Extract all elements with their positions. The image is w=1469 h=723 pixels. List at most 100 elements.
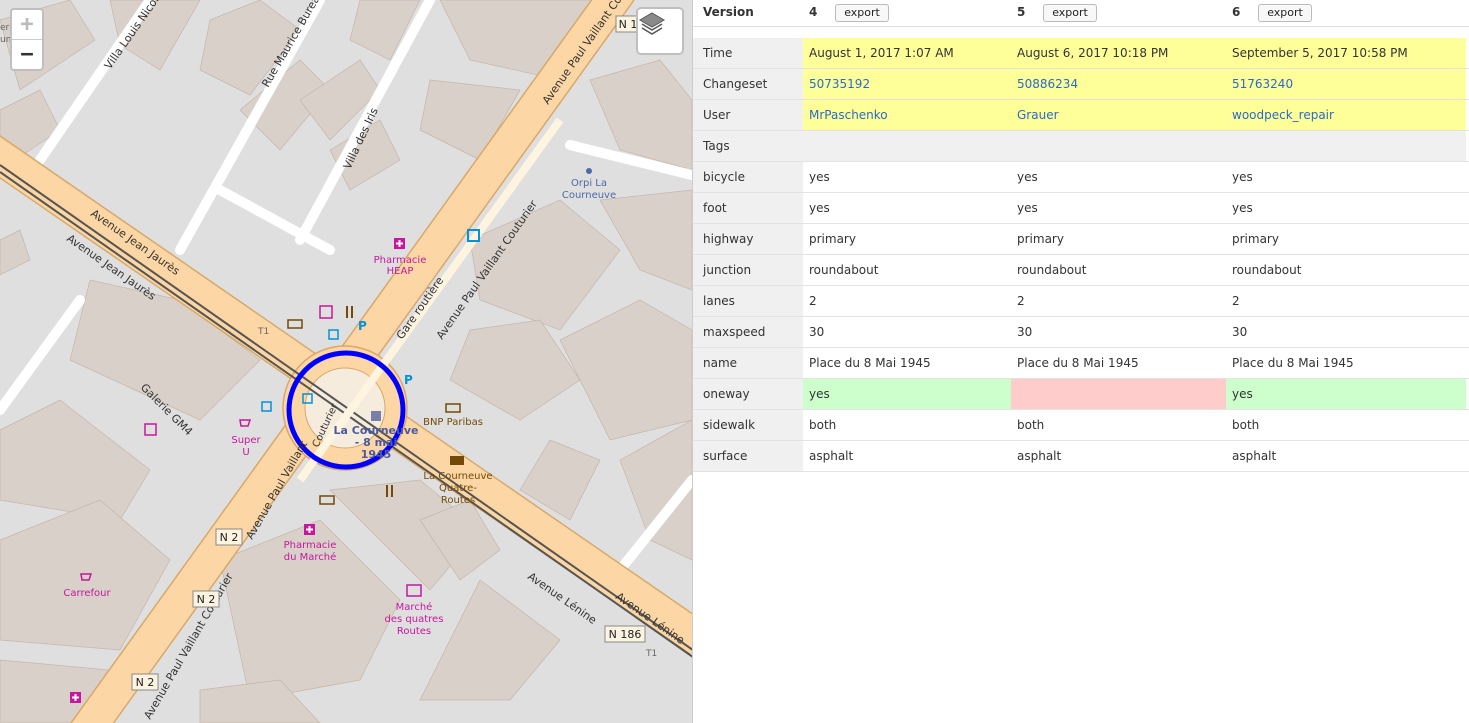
tag-value: 2: [1017, 294, 1025, 308]
time-value: September 5, 2017 10:58 PM: [1226, 38, 1466, 68]
label-super-u: Super: [231, 435, 261, 446]
svg-text:P: P: [404, 373, 413, 387]
label-t1-a: T1: [257, 327, 269, 337]
tag-value: 30: [809, 325, 825, 339]
parking-icon: P: [358, 319, 367, 333]
label-pharmacie-heap-2: HEAP: [387, 266, 414, 277]
user-link[interactable]: woodpeck_repair: [1232, 108, 1334, 122]
row-key: User: [693, 100, 803, 130]
tag-value-added: yes: [1226, 379, 1466, 409]
tag-value: both: [809, 418, 837, 432]
map-view[interactable]: Villa Louis Nicolas Rue Maurice Bureau V…: [0, 0, 692, 723]
tag-row: name Place du 8 Mai 1945 Place du 8 Mai …: [693, 348, 1469, 379]
restaurant-icon: [346, 306, 353, 318]
supermarket-icon: [239, 419, 252, 427]
tag-key: highway: [693, 224, 803, 254]
parking-icon: P: [404, 373, 413, 387]
tag-key: maxspeed: [693, 317, 803, 347]
label-bnp: BNP Paribas: [423, 417, 483, 428]
svg-text:P: P: [358, 319, 367, 333]
time-row: Time August 1, 2017 1:07 AM August 6, 20…: [693, 38, 1469, 69]
label-post: La Courneuve: [423, 471, 492, 482]
entrance-icon: [328, 329, 339, 340]
tag-value: Place du 8 Mai 1945: [1232, 356, 1354, 370]
svg-text:N 2: N 2: [136, 676, 155, 689]
tag-key: junction: [693, 255, 803, 285]
label-pharmacie-heap: Pharmacie: [374, 255, 427, 266]
tag-key: sidewalk: [693, 410, 803, 440]
tag-key: lanes: [693, 286, 803, 316]
tag-value: yes: [809, 170, 830, 184]
tag-value: asphalt: [1232, 449, 1277, 463]
label-post-3: Routes: [441, 495, 475, 506]
changeset-link[interactable]: 50886234: [1017, 77, 1078, 91]
user-row: User MrPaschenko Grauer woodpeck_repair: [693, 100, 1469, 131]
row-key: Time: [693, 38, 803, 68]
zoom-out-button[interactable]: −: [12, 39, 42, 69]
tag-row: oneway yes yes: [693, 379, 1469, 410]
tag-key: foot: [693, 193, 803, 223]
tag-value: yes: [1232, 201, 1253, 215]
tag-value: roundabout: [809, 263, 879, 277]
tag-value: both: [1017, 418, 1045, 432]
tag-row: foot yes yes yes: [693, 193, 1469, 224]
tag-value: Place du 8 Mai 1945: [1017, 356, 1139, 370]
shop-icon: [144, 423, 157, 436]
tag-value-removed: [1011, 379, 1226, 409]
tag-value: yes: [809, 201, 830, 215]
layers-icon: [639, 12, 665, 35]
post-office-icon: [450, 456, 464, 465]
history-panel: Version 4 export 5 export 6 export Time …: [692, 0, 1469, 723]
pharmacy-icon: [304, 524, 315, 535]
label-orpi-2: Courneuve: [562, 190, 616, 201]
svg-text:N 1: N 1: [619, 18, 638, 31]
time-value: August 1, 2017 1:07 AM: [803, 38, 1011, 68]
tag-row: highway primary primary primary: [693, 224, 1469, 255]
label-pharmacie-marche: Pharmacie: [284, 540, 337, 551]
tag-row: maxspeed 30 30 30: [693, 317, 1469, 348]
tag-value: roundabout: [1017, 263, 1087, 277]
tag-value: primary: [1232, 232, 1279, 246]
tag-row: junction roundabout roundabout roundabou…: [693, 255, 1469, 286]
tag-value-added: yes: [803, 379, 1011, 409]
label-marche: Marché: [396, 601, 433, 613]
tag-row: surface asphalt asphalt asphalt: [693, 441, 1469, 472]
tag-value: 2: [1232, 294, 1240, 308]
export-button[interactable]: export: [1258, 3, 1312, 22]
tag-value: yes: [1232, 170, 1253, 184]
label-marche-2: des quatres: [385, 614, 444, 625]
user-link[interactable]: MrPaschenko: [809, 108, 888, 122]
zoom-in-button[interactable]: +: [12, 10, 42, 39]
pharmacy-icon: [70, 692, 81, 703]
tags-label: Tags: [693, 131, 803, 161]
changeset-link[interactable]: 50735192: [809, 77, 870, 91]
version-number: 4: [809, 5, 818, 19]
time-value: August 6, 2017 10:18 PM: [1011, 38, 1226, 68]
tag-value: primary: [809, 232, 856, 246]
tag-value: Place du 8 Mai 1945: [809, 356, 931, 370]
tag-key: surface: [693, 441, 803, 471]
label-post-2: Quatre-: [439, 483, 477, 494]
export-button[interactable]: export: [835, 3, 889, 22]
marketplace-icon: [406, 584, 422, 597]
bank-icon: [287, 319, 303, 329]
tag-value: asphalt: [1017, 449, 1062, 463]
pharmacy-icon: [394, 238, 405, 249]
version-6-cell: 6 export: [1226, 0, 1466, 26]
layers-button[interactable]: [636, 7, 684, 55]
user-link[interactable]: Grauer: [1017, 108, 1059, 122]
map-canvas[interactable]: Villa Louis Nicolas Rue Maurice Bureau V…: [0, 0, 692, 723]
bank-icon: [445, 403, 461, 413]
label-marche-3: Routes: [397, 626, 431, 637]
label-pharmacie-marche-2: du Marché: [284, 551, 337, 563]
zoom-control: + −: [10, 8, 44, 71]
version-header-row: Version 4 export 5 export 6 export: [693, 0, 1469, 27]
tag-key: name: [693, 348, 803, 378]
tag-value: 2: [809, 294, 817, 308]
tag-value: 30: [1017, 325, 1033, 339]
tag-key: oneway: [693, 379, 803, 409]
export-button[interactable]: export: [1043, 3, 1097, 22]
svg-text:N 2: N 2: [220, 531, 239, 544]
changeset-link[interactable]: 51763240: [1232, 77, 1293, 91]
bank-icon: [319, 495, 335, 505]
